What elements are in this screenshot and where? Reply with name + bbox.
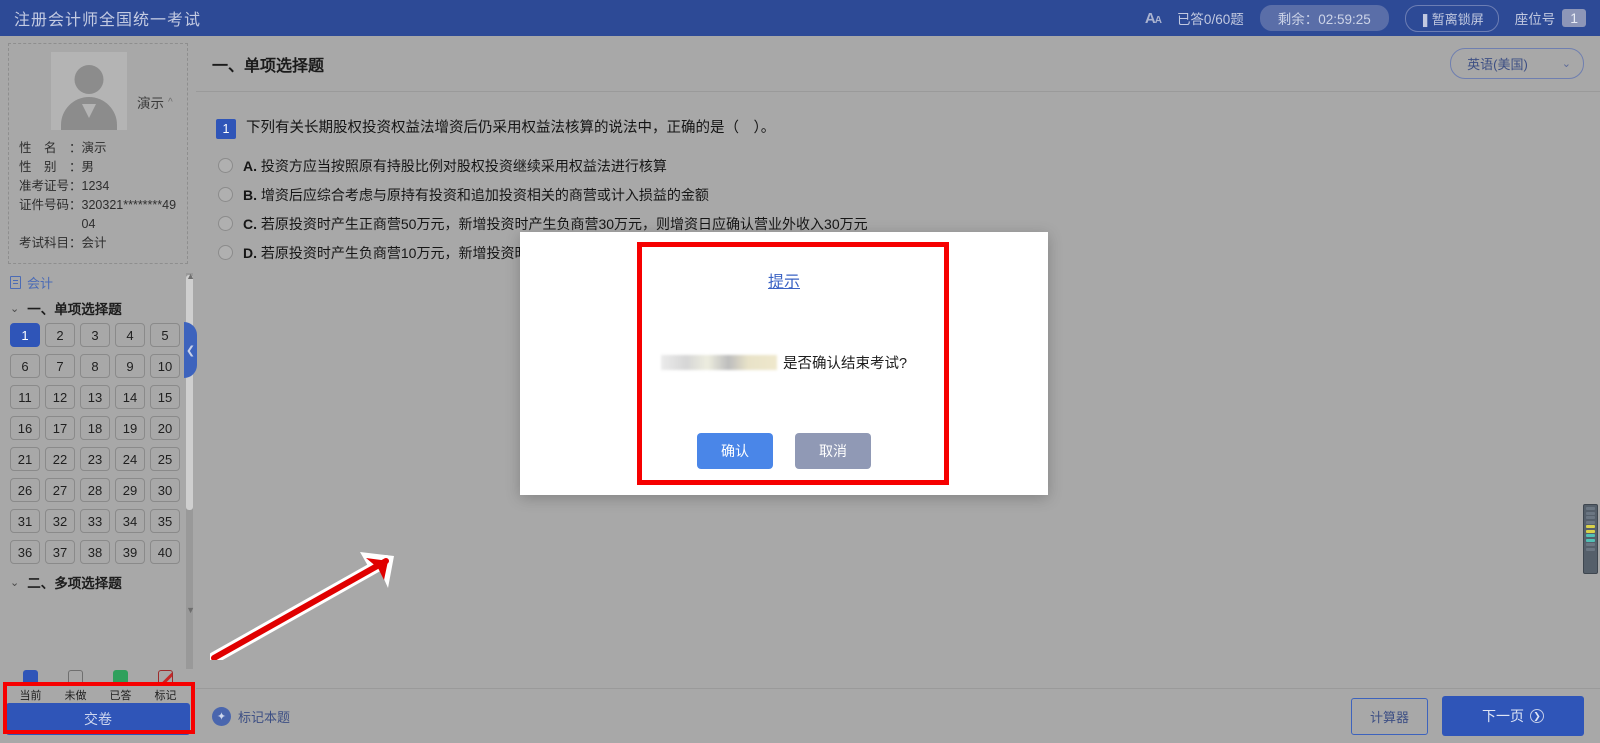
confirm-submit-dialog: 提示 是否确认结束考试? 确认 取消 (520, 232, 1048, 495)
exam-app: 注册会计师全国统一考试 AA 已答0/60题 剩余：02:59:25 ❚ 暂离锁屏… (0, 0, 1600, 743)
annotation-box-dialog (637, 242, 949, 485)
